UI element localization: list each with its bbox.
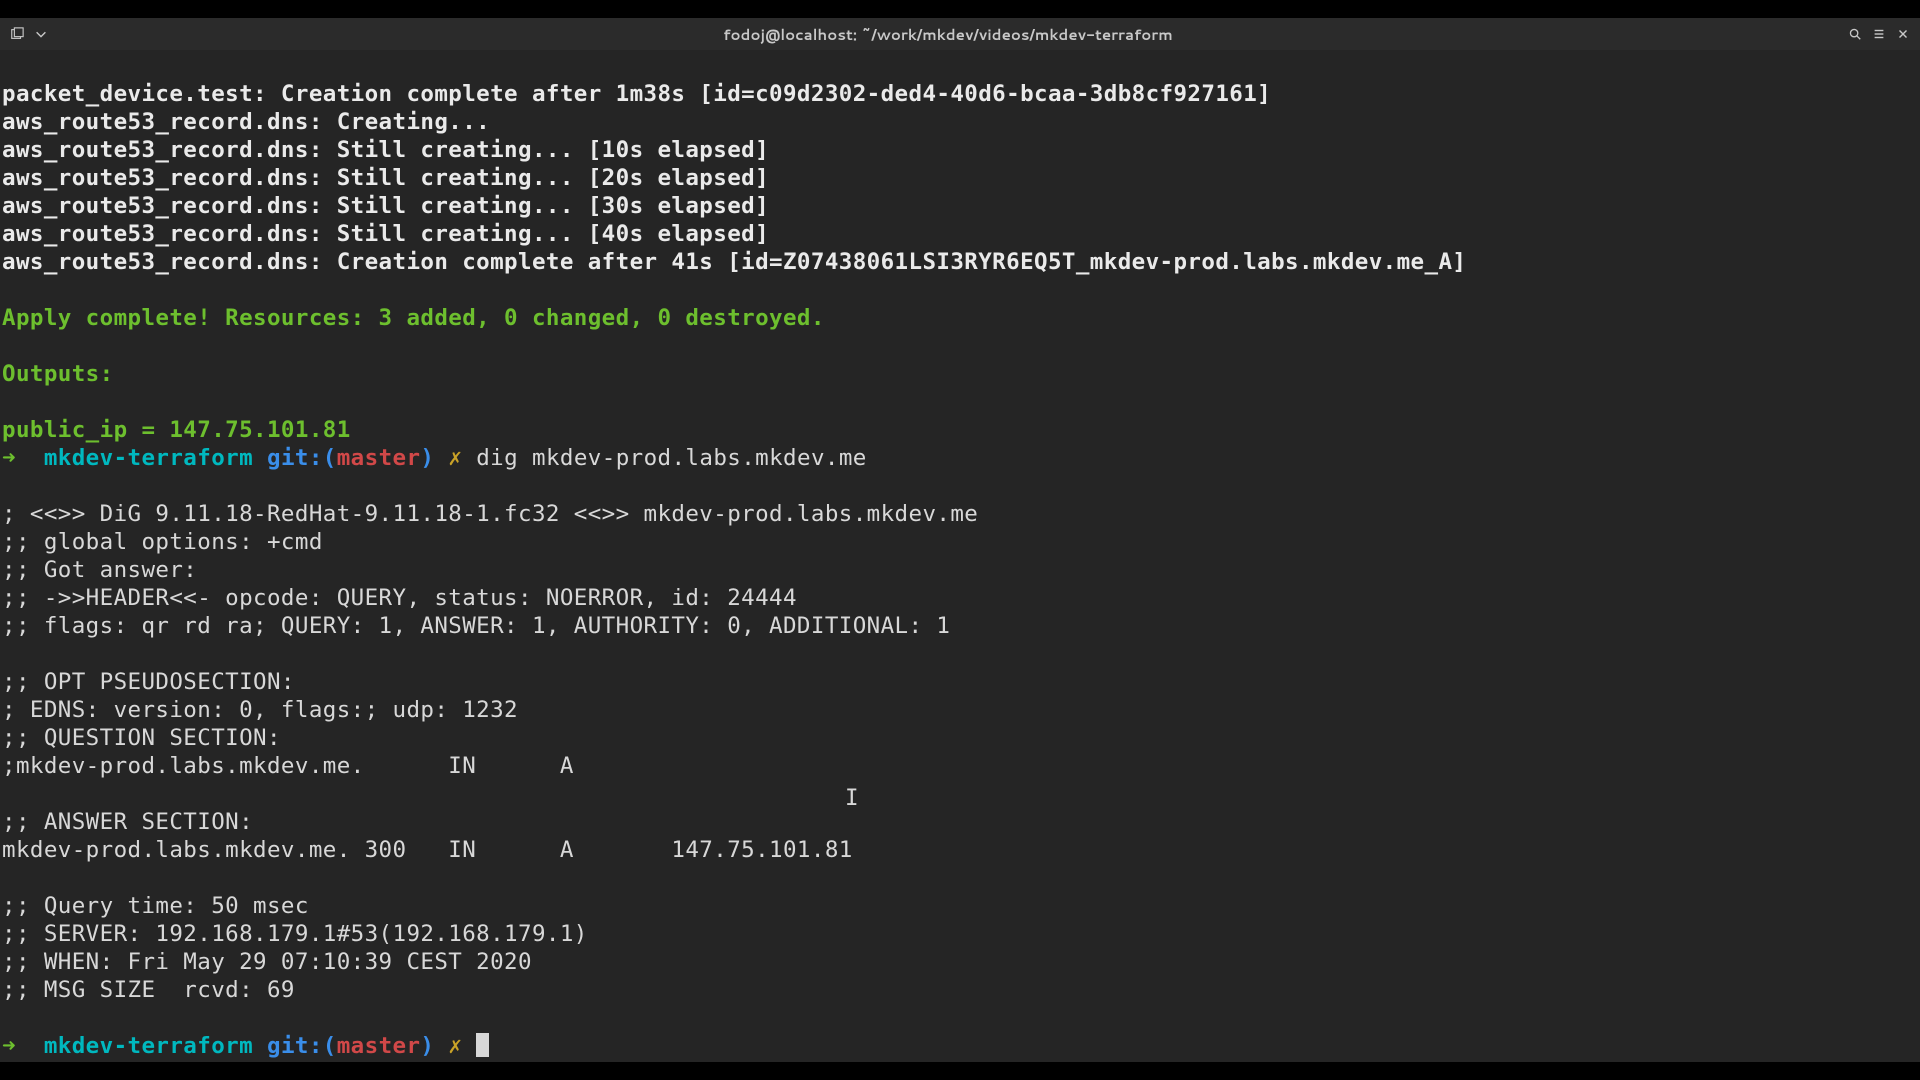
dig-line: ;; Query time: 50 msec	[2, 893, 309, 919]
dirty-icon: ✗	[448, 1033, 462, 1059]
output-line: aws_route53_record.dns: Still creating..…	[2, 193, 769, 219]
output-line: aws_route53_record.dns: Creation complet…	[2, 249, 1466, 275]
dig-line: ;; MSG SIZE rcvd: 69	[2, 977, 295, 1003]
dig-line: ;; WHEN: Fri May 29 07:10:39 CEST 2020	[2, 949, 532, 975]
apply-complete: Apply complete! Resources: 3 added, 0 ch…	[2, 305, 825, 331]
prompt-git-close: )	[420, 445, 434, 471]
dig-answer-record: mkdev-prod.labs.mkdev.me. 300 IN A 147.7…	[2, 837, 853, 863]
letterbox-bottom	[0, 1062, 1920, 1080]
output-public-ip: public_ip = 147.75.101.81	[2, 417, 351, 443]
dig-line: ;; flags: qr rd ra; QUERY: 1, ANSWER: 1,…	[2, 613, 950, 639]
dig-line: ;; SERVER: 192.168.179.1#53(192.168.179.…	[2, 921, 588, 947]
window-titlebar: fodoj@localhost: ~/work/mkdev/videos/mkd…	[0, 18, 1920, 50]
output-line: aws_route53_record.dns: Still creating..…	[2, 165, 769, 191]
new-tab-button[interactable]	[6, 23, 28, 45]
titlebar-left-controls	[6, 23, 52, 45]
text-caret-icon: I	[845, 784, 859, 812]
output-line: aws_route53_record.dns: Still creating..…	[2, 221, 769, 247]
dropdown-button[interactable]	[30, 23, 52, 45]
titlebar-right-controls	[1844, 23, 1914, 45]
dig-line: ;; QUESTION SECTION:	[2, 725, 281, 751]
close-button[interactable]	[1892, 23, 1914, 45]
prompt-git-close: )	[420, 1033, 434, 1059]
prompt-git-label: git:(	[267, 1033, 337, 1059]
dig-line: ;; global options: +cmd	[2, 529, 323, 555]
prompt-dir: mkdev-terraform	[44, 1033, 253, 1059]
outputs-header: Outputs:	[2, 361, 114, 387]
window-title: fodoj@localhost: ~/work/mkdev/videos/mkd…	[52, 24, 1844, 45]
dirty-icon: ✗	[448, 445, 462, 471]
dig-line: ;; OPT PSEUDOSECTION:	[2, 669, 295, 695]
dig-line: ;; Got answer:	[2, 557, 197, 583]
terminal-area[interactable]: packet_device.test: Creation complete af…	[0, 50, 1920, 1062]
dig-line: ;; ANSWER SECTION:	[2, 809, 253, 835]
dig-line: ; EDNS: version: 0, flags:; udp: 1232	[2, 697, 518, 723]
prompt-git-label: git:(	[267, 445, 337, 471]
output-line: aws_route53_record.dns: Still creating..…	[2, 137, 769, 163]
dig-line: ;; ->>HEADER<<- opcode: QUERY, status: N…	[2, 585, 797, 611]
menu-button[interactable]	[1868, 23, 1890, 45]
cursor-block	[476, 1033, 489, 1057]
prompt-branch: master	[337, 445, 421, 471]
prompt-arrow-icon: ➜	[2, 445, 44, 471]
search-button[interactable]	[1844, 23, 1866, 45]
command-text: dig mkdev-prod.labs.mkdev.me	[476, 445, 867, 471]
output-line: packet_device.test: Creation complete af…	[2, 81, 1271, 107]
letterbox-top	[0, 0, 1920, 18]
prompt-dir: mkdev-terraform	[44, 445, 253, 471]
dig-line: ; <<>> DiG 9.11.18-RedHat-9.11.18-1.fc32…	[2, 501, 978, 527]
prompt-branch: master	[337, 1033, 421, 1059]
prompt-line: ➜ mkdev-terraform git:(master) ✗ dig mkd…	[2, 445, 867, 471]
dig-line: ;mkdev-prod.labs.mkdev.me. IN A	[2, 753, 574, 779]
prompt-arrow-icon: ➜	[2, 1033, 44, 1059]
prompt-line[interactable]: ➜ mkdev-terraform git:(master) ✗	[2, 1033, 489, 1059]
output-line: aws_route53_record.dns: Creating...	[2, 109, 490, 135]
